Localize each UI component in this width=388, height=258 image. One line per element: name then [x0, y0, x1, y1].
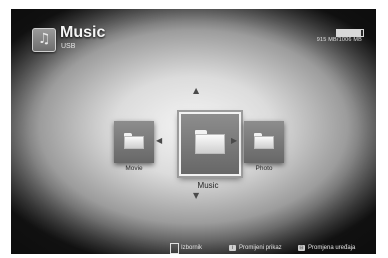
menu-item-label: Movie	[125, 165, 143, 172]
menu-item-label: Photo	[255, 165, 273, 172]
screen: ♫ Music USB 915 MB/1006 MB ▲ Movie ◀ Mus…	[11, 9, 376, 254]
page-title: Music	[60, 24, 106, 41]
left-arrow-icon[interactable]: ◀	[156, 137, 162, 145]
info-key-icon: i	[229, 245, 236, 251]
folder-icon	[124, 133, 144, 149]
input-key-icon: ⊟	[298, 245, 305, 251]
menu-item-movie[interactable]	[114, 121, 154, 163]
down-arrow-icon[interactable]: ▼	[193, 192, 199, 200]
document-icon	[170, 243, 179, 254]
storage-bar	[336, 29, 364, 37]
footer-change-view-label: Promijeni prikaz	[239, 245, 282, 251]
right-arrow-icon[interactable]: ▶	[231, 137, 237, 145]
folder-icon	[195, 130, 225, 154]
footer-change-device-label: Promjena uređaja	[308, 245, 356, 251]
storage-text: 915 MB/1006 MB	[316, 37, 362, 43]
footer-menu-label: Izbornik	[181, 245, 203, 251]
device-label: USB	[61, 43, 76, 50]
music-note-icon: ♫	[32, 28, 56, 52]
menu-item-photo[interactable]	[244, 121, 284, 163]
up-arrow-icon[interactable]: ▲	[193, 87, 199, 95]
storage-bar-fill	[337, 30, 361, 36]
menu-item-label: Music	[197, 181, 219, 190]
folder-icon	[254, 133, 274, 149]
